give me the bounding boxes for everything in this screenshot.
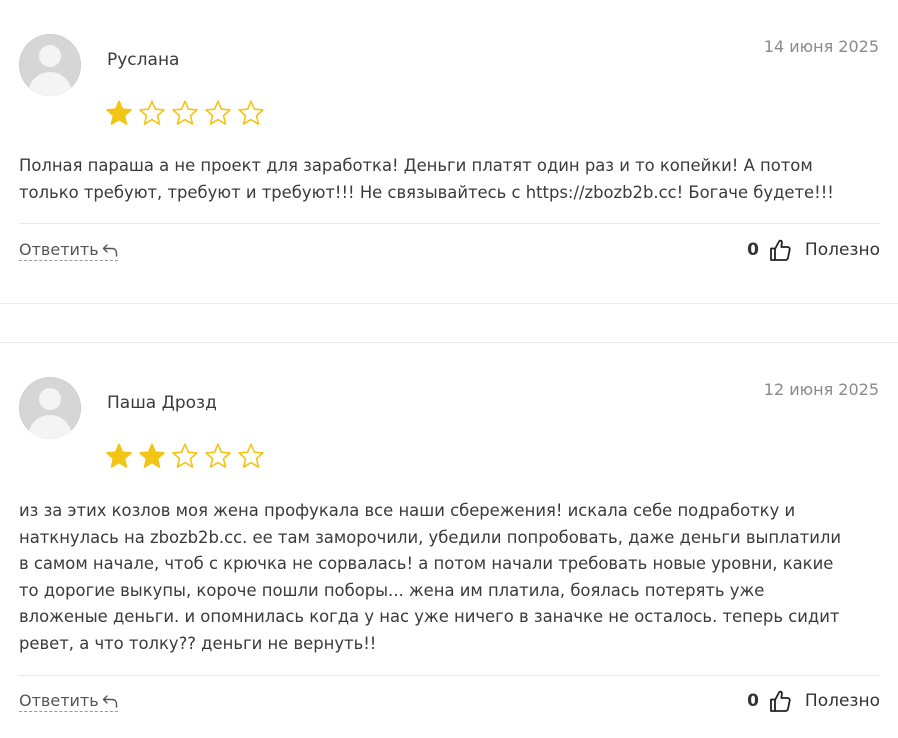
useful-control: 0 Полезно [747,689,880,713]
review-date: 12 июня 2025 [763,380,879,399]
user-placeholder-icon [39,45,61,67]
rating-stars [105,442,265,474]
rating-stars [105,99,265,131]
review-text-line: наткнулась на zbozb2b.cc. ее там замороч… [19,527,841,547]
review-date: 14 июня 2025 [763,37,879,56]
star-empty-icon [205,100,231,125]
user-placeholder-icon [39,388,61,410]
review-author: Паша Дрозд [107,393,217,413]
review-card: Паша Дрозд 12 июня 2025 из за этих козло… [0,343,898,738]
star-empty-icon [205,443,231,468]
thumbs-up-icon[interactable] [769,689,791,713]
review-text-line: то дорогие выкупы, короче пошли поборы..… [19,580,765,600]
reply-label: Ответить [19,240,99,259]
star-empty-icon [172,100,198,125]
star-empty-icon [238,100,264,125]
useful-count: 0 [747,691,759,711]
reply-button[interactable]: Ответить [19,240,118,261]
star-filled-icon [139,443,165,468]
reply-arrow-icon [102,694,117,708]
divider [0,303,898,304]
review-card: Руслана 14 июня 2025 Полная параша а не … [0,0,898,303]
review-text: из за этих козлов моя жена профукала все… [19,498,881,657]
separator [19,223,880,224]
avatar [19,377,81,439]
star-empty-icon [238,443,264,468]
star-filled-icon [106,100,132,125]
reply-button[interactable]: Ответить [19,691,118,712]
useful-label[interactable]: Полезно [805,691,880,711]
review-text: Полная параша а не проект для заработка!… [19,153,881,206]
review-text-line: только требуют, требуют и требуют!!! Не … [19,182,834,202]
avatar [19,34,81,96]
useful-label[interactable]: Полезно [805,240,880,260]
review-text-line: ревет, а что толку?? деньги не вернуть!! [19,633,377,653]
star-empty-icon [139,100,165,125]
star-filled-icon [106,443,132,468]
thumbs-up-icon[interactable] [769,238,791,262]
star-empty-icon [172,443,198,468]
review-text-line: из за этих козлов моя жена профукала все… [19,501,796,520]
review-text-line: в самом начале, чтоб с крючка не сорвала… [19,554,834,573]
separator [19,675,880,676]
useful-count: 0 [747,240,759,260]
review-author: Руслана [107,50,180,70]
review-text-line: Полная параша а не проект для заработка!… [19,156,813,175]
useful-control: 0 Полезно [747,238,880,262]
review-text-line: вложеные деньги. и опомнилась когда у на… [19,607,840,626]
reply-label: Ответить [19,691,99,710]
reply-arrow-icon [102,243,117,257]
